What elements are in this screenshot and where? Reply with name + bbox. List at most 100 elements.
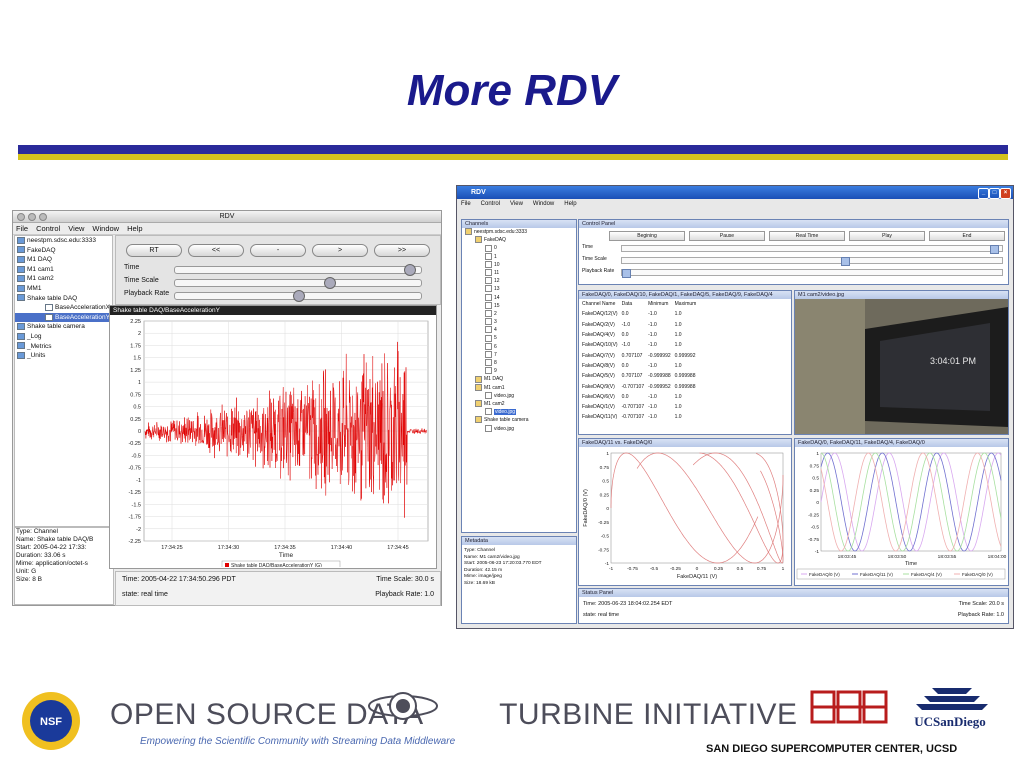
tree-item[interactable]: 9	[462, 367, 576, 375]
menu-window[interactable]: Window	[533, 199, 554, 209]
slider-track[interactable]	[621, 269, 1003, 278]
menu-window[interactable]: Window	[92, 223, 119, 234]
tree-item[interactable]: 13	[462, 285, 576, 293]
playback-button-4[interactable]: >>	[374, 244, 430, 257]
slider-knob[interactable]	[622, 269, 631, 278]
playback-button-3[interactable]: >	[312, 244, 368, 257]
y-tick-label: 0	[606, 506, 609, 512]
tree-item[interactable]: video.jpg	[462, 408, 576, 416]
playback-button-1[interactable]: Pause	[689, 231, 765, 241]
slider-track[interactable]	[174, 264, 422, 276]
slider-knob[interactable]	[990, 245, 1000, 254]
tree-item[interactable]: M1 cam2	[15, 274, 112, 284]
status-time-scale: Time Scale: 20.0 s	[958, 601, 1004, 607]
tree-item[interactable]: Shake table DAQ	[15, 294, 112, 304]
tree-item[interactable]: 12	[462, 277, 576, 285]
playback-button-0[interactable]: RT	[126, 244, 182, 257]
slider-label: Playback Rate	[582, 268, 615, 274]
minimize-window-button[interactable]	[28, 213, 36, 221]
table-cell: -0.707107	[621, 383, 645, 390]
tree-item[interactable]: 14	[462, 293, 576, 302]
tree-item[interactable]: BaseAccelerationY	[15, 312, 112, 323]
tree-item[interactable]: neestpm.sdsc.edu:3333	[15, 236, 112, 246]
tree-item[interactable]: M1 DAQ	[462, 375, 576, 383]
zoom-window-button[interactable]	[39, 213, 47, 221]
menu-file[interactable]: File	[461, 199, 471, 209]
tree-item[interactable]: M1 cam2	[462, 400, 576, 408]
metadata-line: Unit: G	[16, 568, 37, 575]
folder-icon	[475, 236, 482, 244]
tree-item[interactable]: video.jpg	[462, 391, 576, 400]
menu-view[interactable]: View	[510, 199, 523, 209]
menu-view[interactable]: View	[68, 223, 84, 234]
tree-item[interactable]: _Units	[15, 351, 112, 361]
table-row: FakeDAQ/5(V) 0.707107 -0.999988 0.999988	[580, 371, 698, 381]
menu-help[interactable]: Help	[127, 223, 142, 234]
tree-item[interactable]: _Metrics	[15, 342, 112, 352]
column-header: Channel Name	[582, 301, 616, 308]
tree-item[interactable]: M1 DAQ	[15, 255, 112, 265]
tree-item[interactable]: 11	[462, 269, 576, 277]
tree-item[interactable]: BaseAccelerationX	[15, 303, 112, 313]
tree-item[interactable]: M1 cam1	[462, 383, 576, 392]
tree-item[interactable]: FakeDAQ	[462, 236, 576, 244]
maximize-window-button[interactable]: □	[989, 188, 1000, 199]
slider-track[interactable]	[174, 277, 422, 289]
tree-item[interactable]: 2	[462, 310, 576, 318]
tree-item[interactable]: 7	[462, 350, 576, 359]
tree-item[interactable]: 15	[462, 301, 576, 310]
table-row: FakeDAQ/2(V) -1.0 -1.0 1.0	[580, 320, 698, 330]
right-channel-tree[interactable]: neestpm.sdsc.edu:3333 FakeDAQ 0 1 10 11 12 13 14…	[462, 228, 576, 433]
slider-label: Time Scale	[124, 277, 159, 284]
menu-file[interactable]: File	[16, 223, 28, 234]
slider-knob[interactable]	[323, 277, 336, 289]
tree-item[interactable]: MM1	[15, 284, 112, 294]
menu-help[interactable]: Help	[564, 199, 576, 209]
slider-track[interactable]	[174, 290, 422, 302]
slider-knob[interactable]	[841, 257, 851, 266]
slider-knob[interactable]	[403, 264, 416, 276]
slider-track[interactable]	[621, 245, 1003, 254]
tree-item[interactable]: Shake table camera	[15, 322, 112, 332]
tree-item-label: M1 DAQ	[27, 256, 52, 264]
file-icon	[485, 260, 492, 268]
y-tick-label: -0.5	[132, 453, 141, 459]
y-tick-label: -2.25	[128, 539, 141, 545]
file-icon	[485, 293, 492, 301]
playback-button-2[interactable]: Real Time	[769, 231, 845, 241]
slider-knob[interactable]	[293, 290, 305, 302]
minimize-window-button[interactable]: _	[978, 188, 989, 199]
tree-item[interactable]: FakeDAQ	[15, 246, 112, 256]
right-window-title: RDV	[471, 189, 486, 196]
menu-control[interactable]: Control	[481, 199, 500, 209]
playback-button-0[interactable]: Begining	[609, 231, 685, 241]
tree-item[interactable]: 3	[462, 318, 576, 326]
tree-item[interactable]: 8	[462, 359, 576, 367]
tree-item[interactable]: _Log	[15, 332, 112, 342]
tree-item[interactable]: 1	[462, 252, 576, 261]
tree-item[interactable]: 6	[462, 342, 576, 351]
tree-item[interactable]: 10	[462, 260, 576, 269]
close-window-button[interactable]: ×	[1000, 188, 1011, 199]
tree-item[interactable]: 0	[462, 244, 576, 252]
left-control-panel: RT << - > >> Time Time Scale Playback Rate	[115, 235, 441, 305]
tree-item[interactable]: M1 cam1	[15, 265, 112, 275]
y-tick-label: -1.75	[128, 515, 141, 521]
tree-item[interactable]: 4	[462, 326, 576, 334]
menu-control[interactable]: Control	[36, 223, 60, 234]
tree-item[interactable]: Shake table camera	[462, 416, 576, 424]
right-window-titlebar: RDV _ □ ×	[457, 186, 1013, 199]
playback-button-2[interactable]: -	[250, 244, 306, 257]
left-channel-tree[interactable]: neestpm.sdsc.edu:3333 FakeDAQ M1 DAQ M1 cam…	[14, 235, 113, 527]
playback-button-3[interactable]: Play	[849, 231, 925, 241]
tree-item[interactable]: 5	[462, 334, 576, 342]
playback-button-4[interactable]: End	[929, 231, 1005, 241]
tree-item[interactable]: video.jpg	[462, 424, 576, 433]
tree-item-label: _Log	[27, 332, 42, 340]
status-time: Time: 2005-06-23 18:04:02.254 EDT	[583, 601, 673, 607]
tree-item-label: _Metrics	[27, 342, 52, 350]
playback-button-1[interactable]: <<	[188, 244, 244, 257]
slider-track[interactable]	[621, 257, 1003, 266]
tree-item[interactable]: neestpm.sdsc.edu:3333	[462, 228, 576, 236]
close-window-button[interactable]	[17, 213, 25, 221]
